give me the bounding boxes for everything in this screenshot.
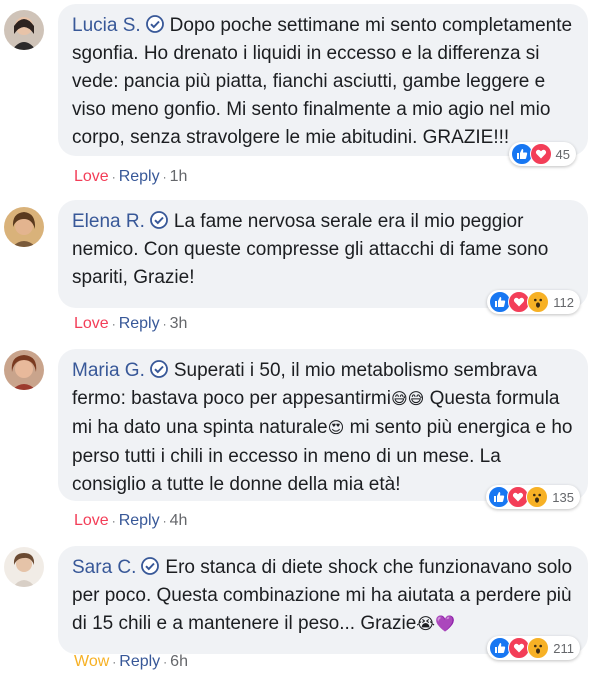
reaction-count: 112 (553, 294, 574, 310)
comment-bubble: Maria G. Superati i 50, il mio metabolism… (58, 349, 588, 509)
comment-actions: Wow · Reply · 6h (74, 653, 188, 670)
comment-time[interactable]: 3h (170, 315, 188, 332)
love-reaction-icon (529, 143, 552, 165)
verified-badge-icon (149, 359, 168, 378)
verified-badge-icon (141, 556, 160, 575)
reaction-label[interactable]: Love (74, 315, 109, 332)
wow-reaction-icon (527, 291, 550, 313)
comment-bubble: Elena R. La fame nervosa serale era il mi… (58, 200, 588, 314)
reactions-summary[interactable]: 45 (508, 142, 576, 166)
avatar[interactable] (4, 547, 44, 587)
comment-bubble: Lucia S. Dopo poche settimane mi sento co… (58, 4, 588, 166)
comment-author[interactable]: Sara C. (72, 557, 136, 578)
comment-text: Dopo poche settimane mi sento completame… (72, 15, 573, 148)
wow-reaction-icon (527, 637, 550, 659)
reaction-count: 135 (552, 489, 574, 505)
reply-link[interactable]: Reply (119, 315, 160, 332)
comment-time[interactable]: 1h (170, 168, 188, 185)
avatar[interactable] (4, 207, 44, 247)
reaction-label[interactable]: Love (74, 512, 109, 529)
comment-actions: Love · Reply · 1h (74, 168, 188, 185)
verified-badge-icon (149, 210, 168, 229)
reply-link[interactable]: Reply (119, 512, 160, 529)
wow-reaction-icon (526, 486, 549, 508)
avatar[interactable] (4, 10, 44, 50)
sweat-smile-emoji: 😅😅 (390, 391, 425, 408)
avatar[interactable] (4, 350, 44, 390)
comment-time[interactable]: 4h (170, 512, 188, 529)
reaction-label[interactable]: Wow (74, 653, 109, 670)
reactions-summary[interactable]: 112 (487, 290, 580, 314)
crying-heart-emoji: 😭💜 (416, 616, 455, 633)
comment-author[interactable]: Maria G. (72, 360, 145, 381)
reaction-count: 45 (555, 146, 570, 162)
comment-author[interactable]: Elena R. (72, 211, 145, 232)
comment-actions: Love · Reply · 4h (74, 512, 188, 529)
reply-link[interactable]: Reply (119, 168, 160, 185)
reaction-count: 211 (553, 640, 574, 656)
comment-bubble: Sara C. Ero stanca di diete shock che fun… (58, 546, 588, 660)
heart-eyes-emoji: 😍 (327, 420, 345, 437)
verified-badge-icon (145, 14, 164, 33)
reply-link[interactable]: Reply (119, 653, 160, 670)
comment-actions: Love · Reply · 3h (74, 315, 188, 332)
reactions-summary[interactable]: 135 (486, 485, 580, 509)
comment-time[interactable]: 6h (170, 653, 188, 670)
reaction-label[interactable]: Love (74, 168, 109, 185)
comment-author[interactable]: Lucia S. (72, 15, 141, 36)
reactions-summary[interactable]: 211 (487, 636, 580, 660)
